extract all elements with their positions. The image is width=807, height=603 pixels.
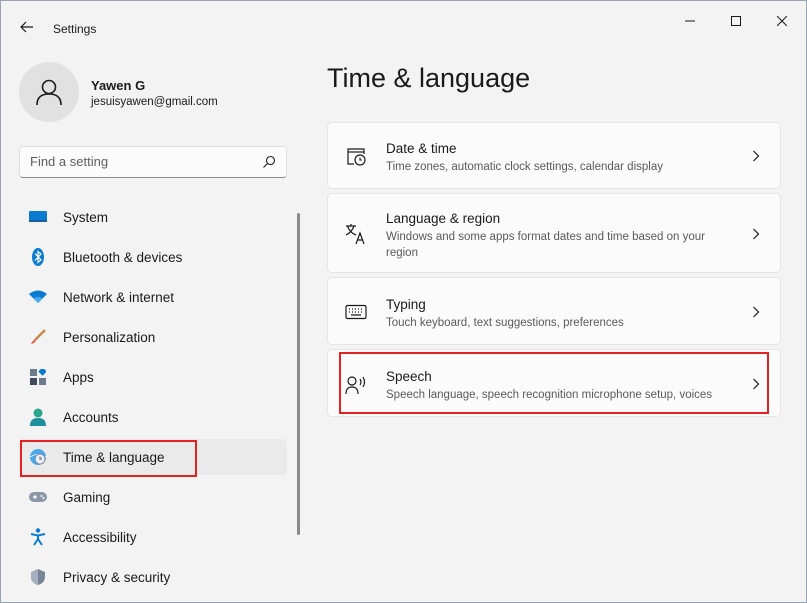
sidebar-item-label: Personalization (63, 330, 156, 345)
settings-window: Settings Yawen G jesuisyawen@gmail.com F… (0, 0, 807, 603)
sidebar-item-label: Accounts (63, 410, 119, 425)
sidebar-item-label: Apps (63, 370, 94, 385)
apps-icon (29, 368, 47, 386)
system-icon (29, 208, 47, 226)
sidebar-item-bluetooth-devices[interactable]: Bluetooth & devices (19, 239, 287, 275)
card-title: Date & time (386, 141, 457, 156)
accessibility-icon (29, 528, 47, 546)
minimize-button[interactable] (667, 7, 713, 35)
card-typing[interactable]: Typing Touch keyboard, text suggestions,… (327, 277, 781, 345)
arrow-left-icon (20, 21, 33, 33)
sidebar-item-apps[interactable]: Apps (19, 359, 287, 395)
card-description: Windows and some apps format dates and t… (386, 231, 705, 259)
highlight-box (339, 352, 769, 414)
highlight-box (20, 440, 197, 477)
search-input[interactable] (30, 154, 250, 169)
user-email: jesuisyawen@gmail.com (91, 96, 218, 108)
keyboard-icon (345, 301, 367, 323)
close-icon (777, 16, 787, 26)
sidebar-item-label: Network & internet (63, 290, 175, 305)
sidebar-item-gaming[interactable]: Gaming (19, 479, 287, 515)
shield-icon (29, 568, 47, 586)
gamepad-icon (29, 488, 47, 506)
back-button[interactable] (15, 15, 39, 39)
card-description: Touch keyboard, text suggestions, prefer… (386, 317, 624, 329)
sidebar-item-label: Accessibility (63, 530, 137, 545)
card-title: Typing (386, 297, 426, 312)
search-box[interactable] (19, 146, 287, 178)
card-date-time[interactable]: Date & time Time zones, automatic clock … (327, 122, 781, 189)
sidebar-item-label: Privacy & security (63, 570, 171, 585)
sidebar-item-personalization[interactable]: Personalization (19, 319, 287, 355)
sidebar-item-label: Bluetooth & devices (63, 250, 183, 265)
avatar[interactable] (19, 62, 79, 122)
sidebar-item-accounts[interactable]: Accounts (19, 399, 287, 435)
sidebar-item-system[interactable]: System (19, 199, 287, 235)
sidebar-nav: System Bluetooth & devices Network & int… (19, 199, 287, 599)
sidebar-item-label: Gaming (63, 490, 111, 505)
brush-icon (29, 328, 47, 346)
chevron-right-icon (750, 227, 762, 241)
calendar-clock-icon (345, 145, 367, 167)
card-description: Time zones, automatic clock settings, ca… (386, 161, 663, 173)
maximize-icon (731, 16, 741, 26)
user-icon (36, 79, 62, 106)
accounts-icon (29, 408, 47, 426)
sidebar-item-network-internet[interactable]: Network & internet (19, 279, 287, 315)
app-title: Settings (53, 22, 97, 36)
card-title: Language & region (386, 211, 501, 226)
chevron-right-icon (750, 149, 762, 163)
user-name: Yawen G (91, 78, 146, 93)
page-title: Time & language (327, 63, 531, 93)
title-bar: Settings (1, 1, 806, 49)
sidebar-item-label: System (63, 210, 109, 225)
bluetooth-icon (29, 248, 47, 266)
sidebar-scrollbar[interactable] (297, 213, 300, 535)
language-icon (345, 223, 367, 245)
chevron-right-icon (750, 305, 762, 319)
maximize-button[interactable] (713, 7, 759, 35)
minimize-icon (685, 20, 695, 22)
sidebar-item-privacy-security[interactable]: Privacy & security (19, 559, 287, 595)
search-icon[interactable] (262, 155, 276, 169)
close-button[interactable] (759, 7, 805, 35)
card-language-region[interactable]: Language & region Windows and some apps … (327, 193, 781, 273)
sidebar-item-accessibility[interactable]: Accessibility (19, 519, 287, 555)
wifi-icon (29, 288, 47, 306)
